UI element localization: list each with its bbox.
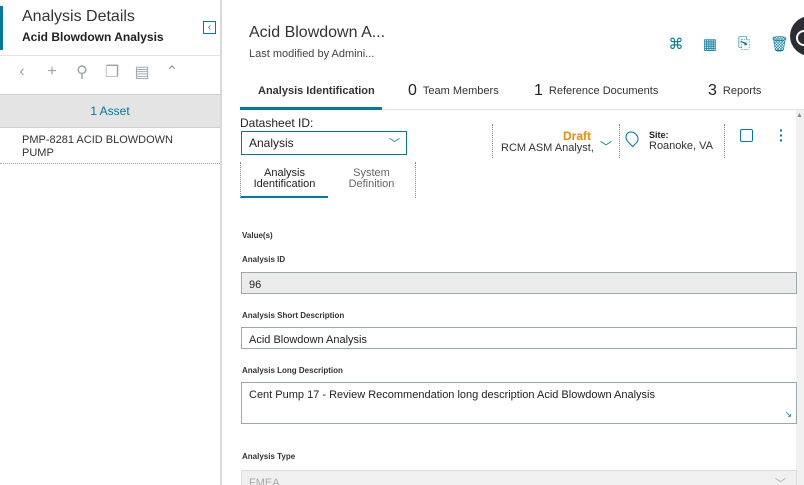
analysis-id-field[interactable]: 96: [241, 272, 797, 294]
up-icon[interactable]: ⌃: [164, 62, 180, 82]
analysis-type-label: Analysis Type: [242, 452, 296, 461]
delete-icon[interactable]: 🗑: [770, 35, 789, 53]
left-accent-bar: [0, 6, 3, 50]
save-icon[interactable]: [740, 129, 753, 142]
datasheet-select[interactable]: Analysis ﹀: [241, 131, 407, 155]
paste-icon[interactable]: ▤: [134, 62, 150, 82]
chevron-down-icon: ﹀: [389, 138, 400, 150]
chevron-down-icon[interactable]: ﹀: [600, 138, 612, 155]
tab-label: Analysis Identification: [258, 85, 375, 97]
add-icon[interactable]: +: [44, 63, 60, 81]
state-badge[interactable]: Draft: [501, 129, 591, 143]
more-options-icon[interactable]: · · ·: [779, 123, 784, 147]
active-tab-indicator: [240, 107, 382, 110]
divider: [492, 124, 493, 158]
site-value: Roanoke, VA: [649, 140, 714, 152]
back-icon[interactable]: ‹: [14, 63, 30, 81]
long-description-field[interactable]: Cent Pump 17 - Review Recommendation lon…: [241, 382, 797, 424]
tab-count: 3: [708, 82, 717, 99]
asset-toolbar: ‹ + ⚲ ❐ ▤ ⌃: [14, 62, 180, 82]
location-pin-icon: [622, 128, 642, 148]
short-description-label: Analysis Short Description: [242, 311, 345, 320]
asset-list-item[interactable]: PMP-8281 ACID BLOWDOWN PUMP: [0, 134, 220, 160]
expand-icon[interactable]: ↘: [784, 409, 792, 420]
last-modified-text: Last modified by Admini...: [249, 48, 375, 60]
asset-count-bar[interactable]: 1 Asset: [0, 94, 220, 128]
divider: [0, 55, 220, 56]
state-owner: RCM ASM Analyst,: [501, 142, 594, 154]
scrollbar[interactable]: [796, 110, 804, 485]
subtab-label: Definition: [348, 178, 395, 190]
tab-label: Reports: [722, 85, 762, 97]
analysis-type-value: FMEA: [249, 477, 280, 485]
chevron-down-icon: ﹀: [775, 478, 786, 485]
tab-reports[interactable]: 3 Reports: [708, 72, 761, 110]
datasheet-label: Datasheet ID:: [240, 116, 314, 130]
subtab-label: Identification: [253, 178, 316, 190]
panel-title: Analysis Details: [22, 8, 135, 25]
tab-bar: Analysis Identification 0 Team Members 1…: [240, 72, 804, 110]
panel-subtitle: Acid Blowdown Analysis: [22, 30, 164, 44]
tab-team-members[interactable]: 0 Team Members: [408, 72, 499, 110]
tab-count: 0: [408, 82, 417, 99]
tab-reference-documents[interactable]: 1 Reference Documents: [534, 72, 658, 110]
subtab-system-definition[interactable]: System Definition: [328, 162, 416, 198]
copy-icon[interactable]: ❐: [104, 62, 120, 82]
divider: [619, 124, 620, 158]
collapse-panel-button[interactable]: ‹: [203, 21, 216, 34]
tab-analysis-identification[interactable]: Analysis Identification: [258, 72, 375, 110]
page-title: Acid Blowdown A...: [249, 24, 386, 41]
divider: [0, 163, 220, 164]
tab-count: 1: [534, 82, 543, 99]
report-icon[interactable]: ▦: [702, 35, 718, 53]
site-label: Site:: [649, 130, 669, 140]
divider: [724, 124, 725, 158]
main-panel: Acid Blowdown A... Last modified by Admi…: [224, 0, 804, 485]
tab-label: Reference Documents: [548, 85, 659, 97]
scroll-up-icon[interactable]: ▲: [796, 112, 803, 119]
tab-label: Team Members: [422, 85, 499, 97]
long-description-label: Analysis Long Description: [242, 366, 343, 375]
left-panel: Analysis Details Acid Blowdown Analysis …: [0, 0, 222, 485]
export-icon[interactable]: ⎘: [736, 35, 752, 53]
hierarchy-icon[interactable]: ⌘: [668, 35, 684, 53]
values-header: Value(s): [242, 231, 273, 240]
header-actions: ⌘ ▦ ⎘ 🗑: [668, 35, 790, 53]
analysis-id-label: Analysis ID: [242, 255, 286, 264]
short-description-field[interactable]: Acid Blowdown Analysis: [241, 327, 797, 349]
floating-action-button[interactable]: [790, 16, 804, 56]
subtab-analysis-identification[interactable]: Analysis Identification: [240, 162, 328, 198]
datasheet-value: Analysis: [249, 136, 294, 150]
analysis-type-select[interactable]: FMEA ﹀: [241, 470, 797, 485]
long-description-text: Cent Pump 17 - Review Recommendation lon…: [249, 389, 655, 401]
search-binoculars-icon[interactable]: ⚲: [74, 62, 90, 82]
